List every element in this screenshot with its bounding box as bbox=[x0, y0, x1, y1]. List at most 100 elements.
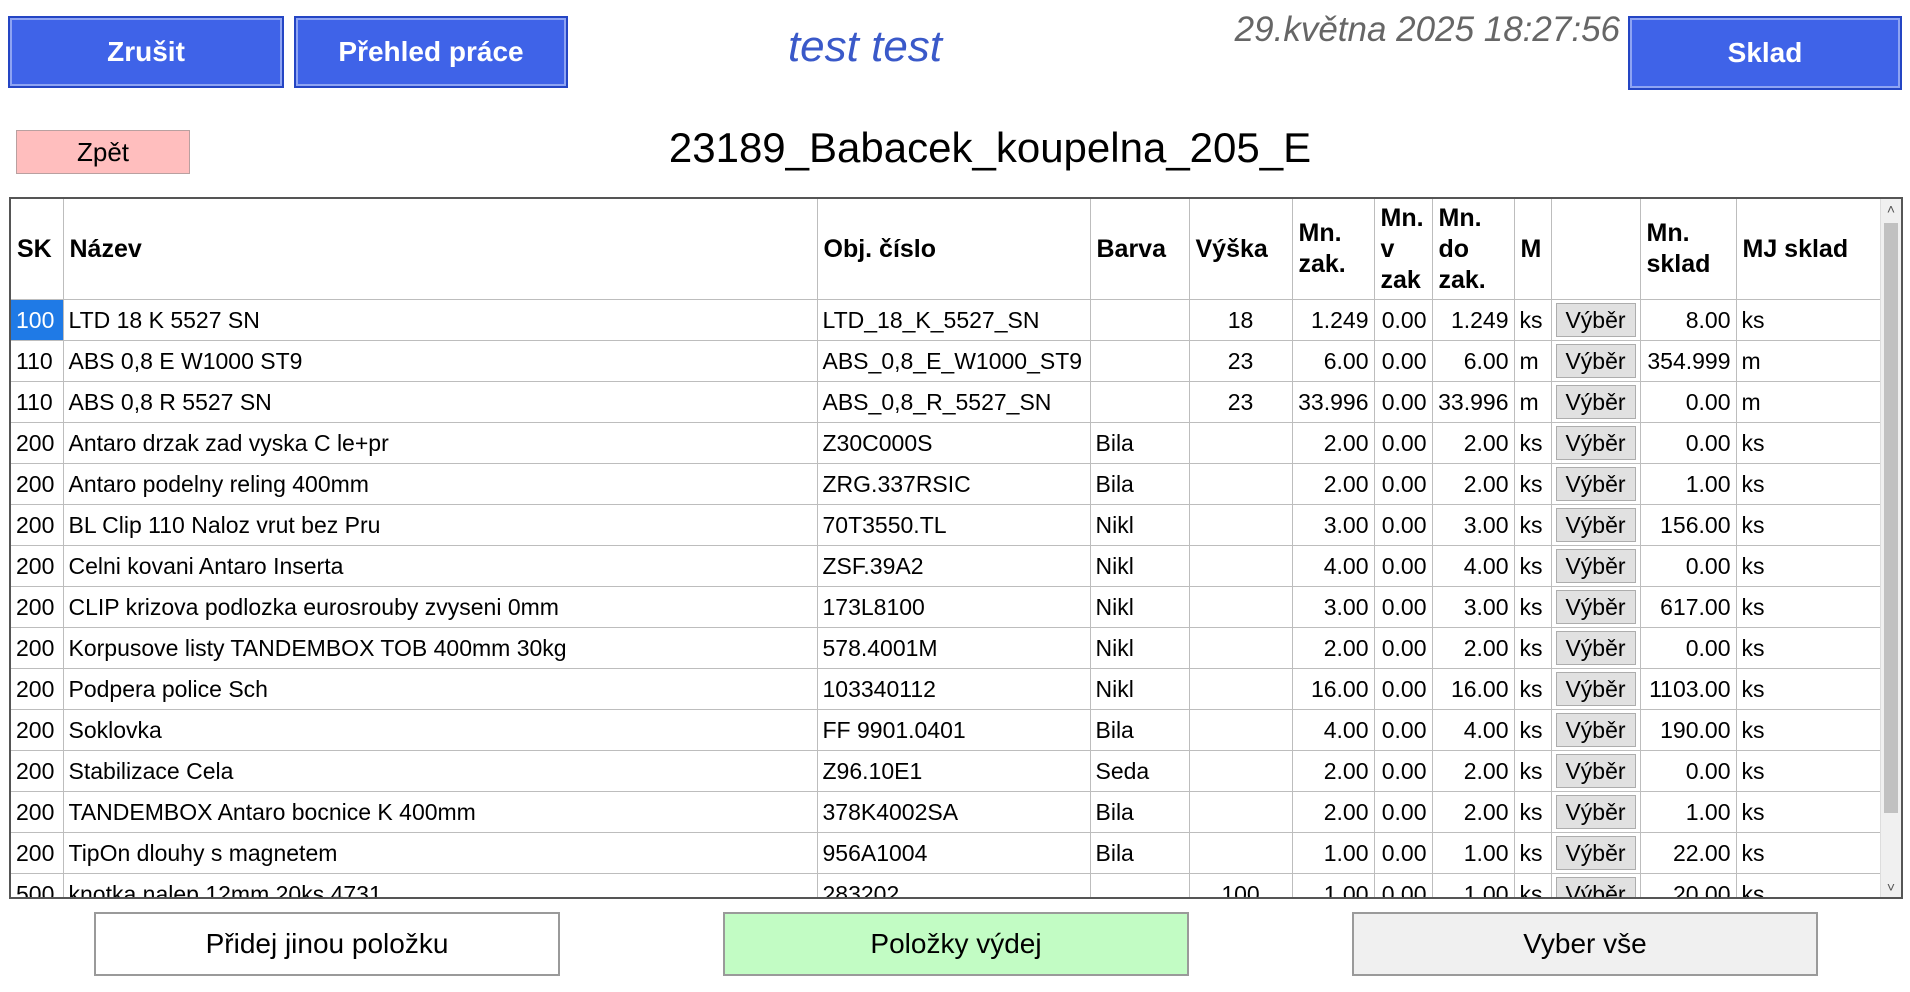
cell-name[interactable]: Celni kovani Antaro Inserta bbox=[63, 545, 818, 587]
cell-stock-unit[interactable]: m bbox=[1736, 340, 1884, 382]
table-row[interactable]: 500 knotka nalep 12mm 20ks 4731 283202 100 1… bbox=[11, 873, 1884, 897]
cell-order-number[interactable]: 70T3550.TL bbox=[817, 504, 1091, 546]
cell-qty-stock[interactable]: 0.00 bbox=[1640, 381, 1737, 423]
cell-height[interactable] bbox=[1189, 545, 1293, 587]
table-row[interactable]: 200 Podpera police Sch 103340112 Nikl 16.00 0… bbox=[11, 668, 1884, 710]
cell-qty-to-order[interactable]: 2.00 bbox=[1432, 463, 1515, 505]
cell-color[interactable]: Seda bbox=[1090, 750, 1190, 792]
select-all-button[interactable]: Vyber vše bbox=[1352, 912, 1818, 976]
cell-order-number[interactable]: 956A1004 bbox=[817, 832, 1091, 874]
cell-qty-to-order[interactable]: 16.00 bbox=[1432, 668, 1515, 710]
cell-unit[interactable]: ks bbox=[1514, 504, 1552, 546]
cell-qty-stock[interactable]: 8.00 bbox=[1640, 299, 1737, 341]
cell-name[interactable]: BL Clip 110 Naloz vrut bez Pru bbox=[63, 504, 818, 546]
cell-qty-stock[interactable]: 0.00 bbox=[1640, 422, 1737, 464]
cell-order-number[interactable]: ZSF.39A2 bbox=[817, 545, 1091, 587]
cell-height[interactable]: 23 bbox=[1189, 381, 1293, 423]
cell-sk[interactable]: 200 bbox=[11, 545, 64, 587]
table-row[interactable]: 200 TipOn dlouhy s magnetem 956A1004 Bila 1.… bbox=[11, 832, 1884, 874]
cell-qty-order[interactable]: 4.00 bbox=[1292, 709, 1375, 751]
cell-qty-in-order[interactable]: 0.00 bbox=[1374, 504, 1433, 546]
cell-qty-order[interactable]: 2.00 bbox=[1292, 750, 1375, 792]
select-item-button[interactable]: Výběr bbox=[1555, 385, 1636, 419]
cell-name[interactable]: ABS 0,8 R 5527 SN bbox=[63, 381, 818, 423]
scroll-thumb[interactable] bbox=[1884, 223, 1898, 813]
cell-name[interactable]: Soklovka bbox=[63, 709, 818, 751]
select-item-button[interactable]: Výběr bbox=[1555, 344, 1636, 378]
cell-qty-in-order[interactable]: 0.00 bbox=[1374, 873, 1433, 897]
cell-qty-to-order[interactable]: 1.249 bbox=[1432, 299, 1515, 341]
cell-name[interactable]: Antaro podelny reling 400mm bbox=[63, 463, 818, 505]
cell-unit[interactable]: ks bbox=[1514, 873, 1552, 897]
issue-items-button[interactable]: Položky výdej bbox=[723, 912, 1189, 976]
cell-sk[interactable]: 200 bbox=[11, 791, 64, 833]
cell-order-number[interactable]: Z30C000S bbox=[817, 422, 1091, 464]
select-item-button[interactable]: Výběr bbox=[1555, 631, 1636, 665]
cell-unit[interactable]: ks bbox=[1514, 299, 1552, 341]
column-header[interactable]: MJ sklad bbox=[1736, 199, 1884, 300]
cell-height[interactable] bbox=[1189, 668, 1293, 710]
cell-sk[interactable]: 200 bbox=[11, 504, 64, 546]
cell-color[interactable] bbox=[1090, 873, 1190, 897]
table-row[interactable]: 100 LTD 18 K 5527 SN LTD_18_K_5527_SN 18 1.2… bbox=[11, 299, 1884, 341]
cell-qty-stock[interactable]: 0.00 bbox=[1640, 627, 1737, 669]
table-row[interactable]: 200 TANDEMBOX Antaro bocnice K 400mm 378K4… bbox=[11, 791, 1884, 833]
cell-color[interactable]: Nikl bbox=[1090, 668, 1190, 710]
cell-qty-stock[interactable]: 1.00 bbox=[1640, 463, 1737, 505]
cell-qty-stock[interactable]: 617.00 bbox=[1640, 586, 1737, 628]
cell-order-number[interactable]: ZRG.337RSIC bbox=[817, 463, 1091, 505]
cell-qty-to-order[interactable]: 1.00 bbox=[1432, 873, 1515, 897]
cell-stock-unit[interactable]: ks bbox=[1736, 463, 1884, 505]
select-item-button[interactable]: Výběr bbox=[1555, 426, 1636, 460]
table-row[interactable]: 200 BL Clip 110 Naloz vrut bez Pru 70T3550… bbox=[11, 504, 1884, 546]
cell-qty-to-order[interactable]: 33.996 bbox=[1432, 381, 1515, 423]
cell-name[interactable]: CLIP krizova podlozka eurosrouby zvyseni… bbox=[63, 586, 818, 628]
cell-qty-in-order[interactable]: 0.00 bbox=[1374, 586, 1433, 628]
cell-unit[interactable]: ks bbox=[1514, 586, 1552, 628]
cell-stock-unit[interactable]: ks bbox=[1736, 545, 1884, 587]
cell-sk[interactable]: 200 bbox=[11, 463, 64, 505]
cell-sk[interactable]: 200 bbox=[11, 668, 64, 710]
cell-color[interactable] bbox=[1090, 299, 1190, 341]
cell-qty-in-order[interactable]: 0.00 bbox=[1374, 832, 1433, 874]
select-item-button[interactable]: Výběr bbox=[1555, 836, 1636, 870]
cell-order-number[interactable]: ABS_0,8_R_5527_SN bbox=[817, 381, 1091, 423]
cell-color[interactable]: Bila bbox=[1090, 832, 1190, 874]
cell-sk[interactable]: 200 bbox=[11, 586, 64, 628]
select-item-button[interactable]: Výběr bbox=[1555, 672, 1636, 706]
cell-qty-to-order[interactable]: 2.00 bbox=[1432, 750, 1515, 792]
cell-stock-unit[interactable]: ks bbox=[1736, 750, 1884, 792]
cell-qty-to-order[interactable]: 1.00 bbox=[1432, 832, 1515, 874]
table-row[interactable]: 200 Antaro drzak zad vyska C le+pr Z30C000… bbox=[11, 422, 1884, 464]
cell-stock-unit[interactable]: ks bbox=[1736, 709, 1884, 751]
cell-qty-to-order[interactable]: 2.00 bbox=[1432, 627, 1515, 669]
cell-qty-stock[interactable]: 0.00 bbox=[1640, 750, 1737, 792]
column-header[interactable]: Mn. sklad bbox=[1640, 199, 1737, 300]
cell-name[interactable]: LTD 18 K 5527 SN bbox=[63, 299, 818, 341]
cell-qty-order[interactable]: 3.00 bbox=[1292, 504, 1375, 546]
cell-height[interactable] bbox=[1189, 791, 1293, 833]
cell-sk[interactable]: 200 bbox=[11, 627, 64, 669]
cell-order-number[interactable]: 578.4001M bbox=[817, 627, 1091, 669]
cell-sk[interactable]: 200 bbox=[11, 832, 64, 874]
cell-name[interactable]: Stabilizace Cela bbox=[63, 750, 818, 792]
column-header[interactable]: M bbox=[1514, 199, 1552, 300]
cell-qty-to-order[interactable]: 2.00 bbox=[1432, 791, 1515, 833]
cell-name[interactable]: ABS 0,8 E W1000 ST9 bbox=[63, 340, 818, 382]
cell-qty-stock[interactable]: 22.00 bbox=[1640, 832, 1737, 874]
table-row[interactable]: 200 Stabilizace Cela Z96.10E1 Seda 2.00 0.00 2… bbox=[11, 750, 1884, 792]
column-header[interactable]: Barva bbox=[1090, 199, 1190, 300]
cell-color[interactable] bbox=[1090, 340, 1190, 382]
cell-stock-unit[interactable]: ks bbox=[1736, 832, 1884, 874]
cell-color[interactable]: Nikl bbox=[1090, 545, 1190, 587]
cell-unit[interactable]: ks bbox=[1514, 832, 1552, 874]
cell-qty-in-order[interactable]: 0.00 bbox=[1374, 299, 1433, 341]
cell-stock-unit[interactable]: ks bbox=[1736, 791, 1884, 833]
cell-order-number[interactable]: Z96.10E1 bbox=[817, 750, 1091, 792]
table-row[interactable]: 200 Korpusove listy TANDEMBOX TOB 400mm 3… bbox=[11, 627, 1884, 669]
cell-sk[interactable]: 100 bbox=[11, 299, 64, 341]
select-item-button[interactable]: Výběr bbox=[1555, 467, 1636, 501]
cell-color[interactable]: Bila bbox=[1090, 422, 1190, 464]
table-row[interactable]: 110 ABS 0,8 R 5527 SN ABS_0,8_R_5527_SN 23 3… bbox=[11, 381, 1884, 423]
cell-order-number[interactable]: 283202 bbox=[817, 873, 1091, 897]
